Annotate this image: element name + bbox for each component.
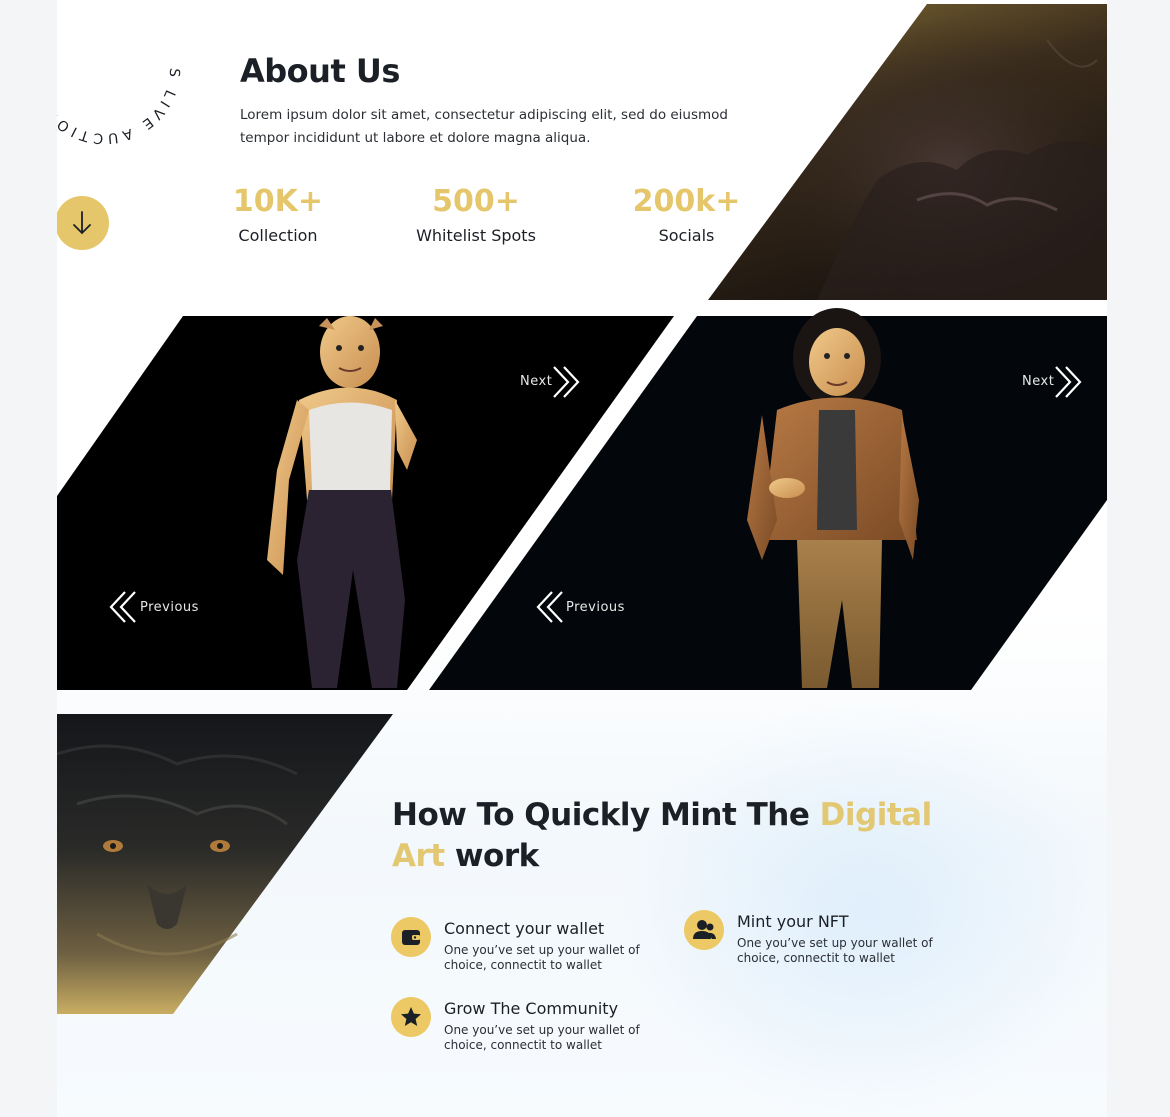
step-title: Mint your NFT xyxy=(737,912,849,931)
step-title: Connect your wallet xyxy=(444,919,605,938)
users-icon xyxy=(684,910,724,950)
chevron-right-double-icon[interactable] xyxy=(551,365,581,399)
step-description: One you’ve set up your wallet of choice,… xyxy=(444,943,640,972)
lion-image-bottom xyxy=(57,714,393,1014)
slider-1-next-label[interactable]: Next xyxy=(520,374,552,389)
mint-title: How To Quickly Mint The Digital Art work xyxy=(392,795,992,877)
step-description: One you’ve set up your wallet of choice,… xyxy=(737,936,933,965)
chevron-left-double-icon[interactable] xyxy=(108,590,138,624)
chevron-right-double-icon[interactable] xyxy=(1053,365,1083,399)
mint-title-part1: How To Quickly Mint The xyxy=(392,797,820,833)
star-icon xyxy=(391,997,431,1037)
wallet-icon xyxy=(391,917,431,957)
chevron-left-double-icon[interactable] xyxy=(535,590,565,624)
step-title: Grow The Community xyxy=(444,999,619,1018)
slider-2-next-label[interactable]: Next xyxy=(1022,374,1054,389)
nft-slider-panels xyxy=(57,308,1107,690)
slider-1-previous-label[interactable]: Previous xyxy=(140,600,199,615)
step-description: One you’ve set up your wallet of choice,… xyxy=(444,1023,640,1052)
mint-title-part2: work xyxy=(444,838,539,874)
slider-2-previous-label[interactable]: Previous xyxy=(566,600,625,615)
page: LIVE AUCTIONS NFTS LIVE AUCTIONS NFTS Ab… xyxy=(57,0,1107,1117)
background-glow xyxy=(617,700,1107,1117)
